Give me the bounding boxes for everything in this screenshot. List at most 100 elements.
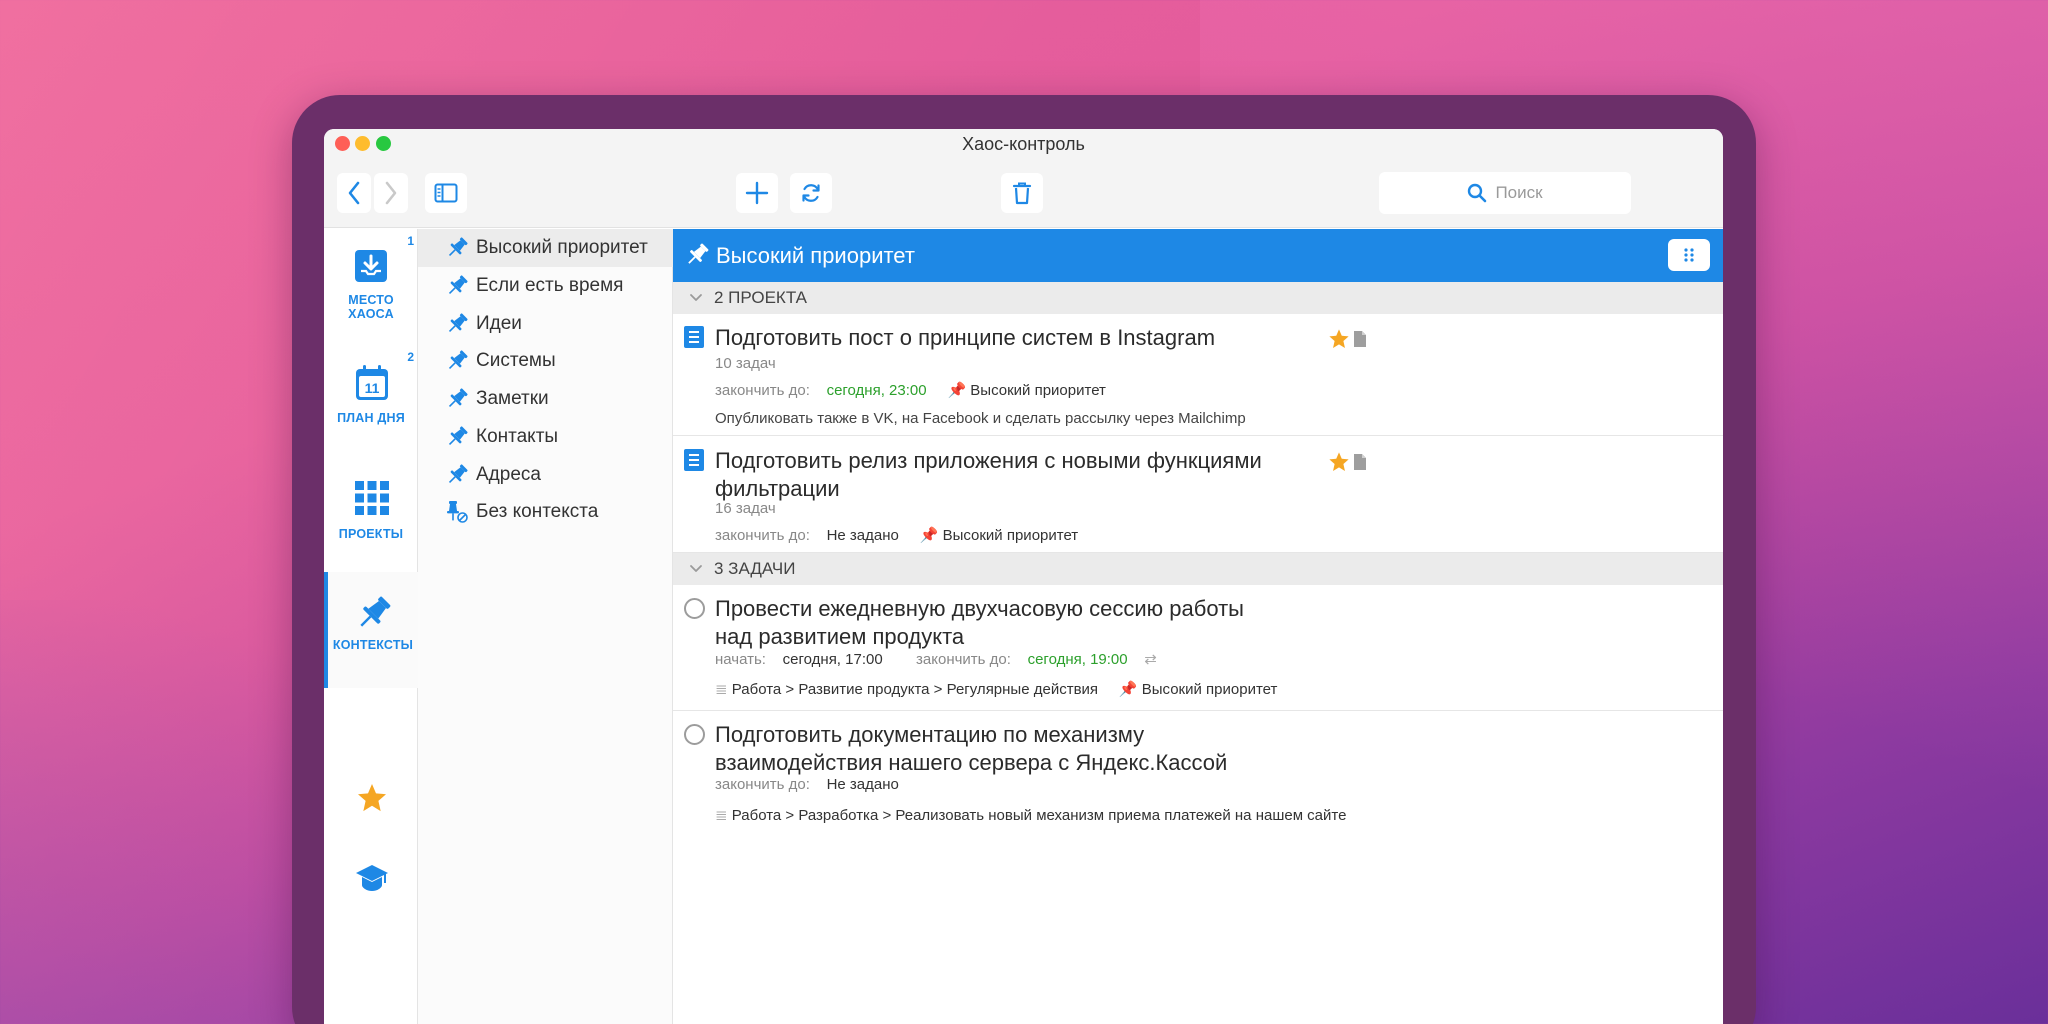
task-checkbox[interactable]: [684, 598, 705, 619]
inbox-badge: 1: [407, 234, 414, 248]
context-tag: Высокий приоритет: [942, 527, 1079, 544]
pin-icon: [448, 350, 468, 370]
star-icon[interactable]: [1328, 451, 1350, 473]
project-task-count: 16 задач: [715, 500, 776, 517]
due-value: Не задано: [826, 527, 899, 544]
grid-icon: [355, 481, 389, 515]
task-checkbox[interactable]: [684, 724, 705, 745]
task-card[interactable]: Провести ежедневную двухчасовую сессию р…: [673, 585, 1723, 711]
title-bar: Хаос-контроль Поиск: [324, 129, 1723, 228]
no-context-pin-icon: [447, 501, 468, 523]
project-meta: закончить до: Не задано 📌 Высокий приори…: [715, 526, 1078, 544]
pin-icon: [448, 275, 468, 295]
context-item[interactable]: Системы: [418, 342, 673, 380]
sidebar-label-inbox: МЕСТО ХАОСА: [348, 293, 394, 321]
context-label: Контакты: [476, 426, 559, 447]
context-item[interactable]: Адреса: [418, 456, 673, 494]
sidebar-label-day-plan: ПЛАН ДНЯ: [337, 411, 405, 425]
sync-button[interactable]: [790, 173, 832, 213]
task-path: Работа > Развитие продукта > Регулярные …: [731, 681, 1099, 698]
context-item[interactable]: Если есть время: [418, 267, 673, 305]
plus-icon: [745, 181, 769, 205]
project-icon: [684, 326, 704, 348]
due-value: сегодня, 23:00: [826, 382, 927, 399]
group-header-projects[interactable]: 2 ПРОЕКТА: [673, 282, 1723, 314]
context-label: Если есть время: [476, 275, 624, 296]
sidebar-item-contexts[interactable]: КОНТЕКСТЫ: [324, 572, 418, 688]
chevron-down-icon: [690, 294, 702, 301]
context-item[interactable]: Без контекста: [418, 493, 673, 531]
pin-icon: [448, 426, 468, 446]
sidebar-item-day-plan[interactable]: 2 11 ПЛАН ДНЯ: [324, 345, 418, 461]
project-icon: [684, 449, 704, 471]
context-item[interactable]: Высокий приоритет: [418, 229, 673, 267]
back-button[interactable]: [337, 173, 371, 213]
due-label: закончить до:: [916, 651, 1011, 668]
sidebar-toggle-button[interactable]: [425, 173, 467, 213]
context-list: Высокий приоритет Если есть время Идеи С…: [418, 229, 673, 1024]
context-header: Высокий приоритет: [673, 229, 1723, 282]
pin-icon: [448, 313, 468, 333]
calendar-day: 11: [365, 380, 380, 396]
context-tag: Высокий приоритет: [970, 382, 1106, 399]
pin-icon: [448, 388, 468, 408]
task-path-row: ≣ Работа > Разработка > Реализовать новы…: [715, 806, 1346, 824]
small-pin-icon: 📌: [1118, 681, 1138, 698]
window-title: Хаос-контроль: [962, 134, 1085, 154]
forward-button[interactable]: [374, 173, 408, 213]
sidebar-item-inbox[interactable]: 1 МЕСТО ХАОСА: [324, 229, 418, 345]
group-label: 2 ПРОЕКТА: [714, 288, 807, 307]
due-label: закончить до:: [715, 527, 810, 544]
context-label: Адреса: [476, 464, 541, 485]
chevron-right-icon: [385, 181, 397, 205]
context-tag: Высокий приоритет: [1141, 681, 1278, 698]
due-value: Не задано: [826, 776, 899, 793]
page-title: Высокий приоритет: [716, 243, 915, 268]
sidebar: 1 МЕСТО ХАОСА 2 11 ПЛАН ДНЯ ПРОЕКТЫ КОНТ…: [324, 229, 418, 1024]
pin-icon: [448, 237, 468, 257]
start-value: сегодня, 17:00: [782, 651, 883, 668]
calendar-icon: 11: [356, 365, 388, 400]
project-title: Подготовить пост о принципе систем в Ins…: [715, 325, 1216, 350]
pin-icon: [448, 464, 468, 484]
main-panel: Высокий приоритет 2 ПРОЕКТА Подготовить …: [673, 229, 1723, 1024]
project-card[interactable]: Подготовить релиз приложения с новыми фу…: [673, 436, 1723, 553]
note-icon: [1354, 454, 1366, 470]
context-item[interactable]: Контакты: [418, 418, 673, 456]
search-placeholder: Поиск: [1495, 183, 1543, 202]
dots-grid-icon: [1684, 248, 1694, 262]
project-meta: закончить до: сегодня, 23:00 📌 Высокий п…: [715, 381, 1106, 399]
task-path: Работа > Разработка > Реализовать новый …: [731, 807, 1347, 824]
task-path-row: ≣ Работа > Развитие продукта > Регулярны…: [715, 680, 1277, 698]
project-small-icon: ≣: [715, 807, 728, 824]
sidebar-label-contexts: КОНТЕКСТЫ: [332, 638, 414, 652]
graduation-cap-icon[interactable]: [355, 863, 389, 893]
pin-icon: [688, 243, 709, 264]
day-plan-badge: 2: [407, 350, 414, 364]
star-icon[interactable]: [356, 782, 388, 814]
context-label: Высокий приоритет: [476, 237, 648, 258]
context-label: Идеи: [476, 313, 522, 334]
star-icon[interactable]: [1328, 328, 1350, 350]
refresh-icon: [802, 184, 820, 202]
context-item[interactable]: Заметки: [418, 380, 673, 418]
sidebar-icon: [434, 183, 458, 203]
search-field[interactable]: Поиск: [1379, 172, 1631, 214]
task-card[interactable]: Подготовить документацию по механизму вз…: [673, 711, 1723, 851]
chevron-down-icon: [690, 565, 702, 572]
context-item[interactable]: Идеи: [418, 305, 673, 343]
project-note: Опубликовать также в VK, на Facebook и с…: [715, 410, 1246, 427]
context-label: Системы: [476, 350, 556, 371]
group-header-tasks[interactable]: 3 ЗАДАЧИ: [673, 553, 1723, 585]
repeat-icon: ⇄: [1144, 651, 1157, 668]
sidebar-item-projects[interactable]: ПРОЕКТЫ: [324, 461, 418, 577]
project-card[interactable]: Подготовить пост о принципе систем в Ins…: [673, 314, 1723, 436]
project-task-count: 10 задач: [715, 355, 776, 372]
view-options-button[interactable]: [1668, 239, 1710, 271]
sidebar-label-projects: ПРОЕКТЫ: [338, 527, 404, 541]
inbox-icon: [355, 250, 387, 282]
task-meta: закончить до: Не задано: [715, 776, 899, 793]
delete-button[interactable]: [1001, 173, 1043, 213]
add-button[interactable]: [736, 173, 778, 213]
small-pin-icon: 📌: [947, 382, 967, 399]
